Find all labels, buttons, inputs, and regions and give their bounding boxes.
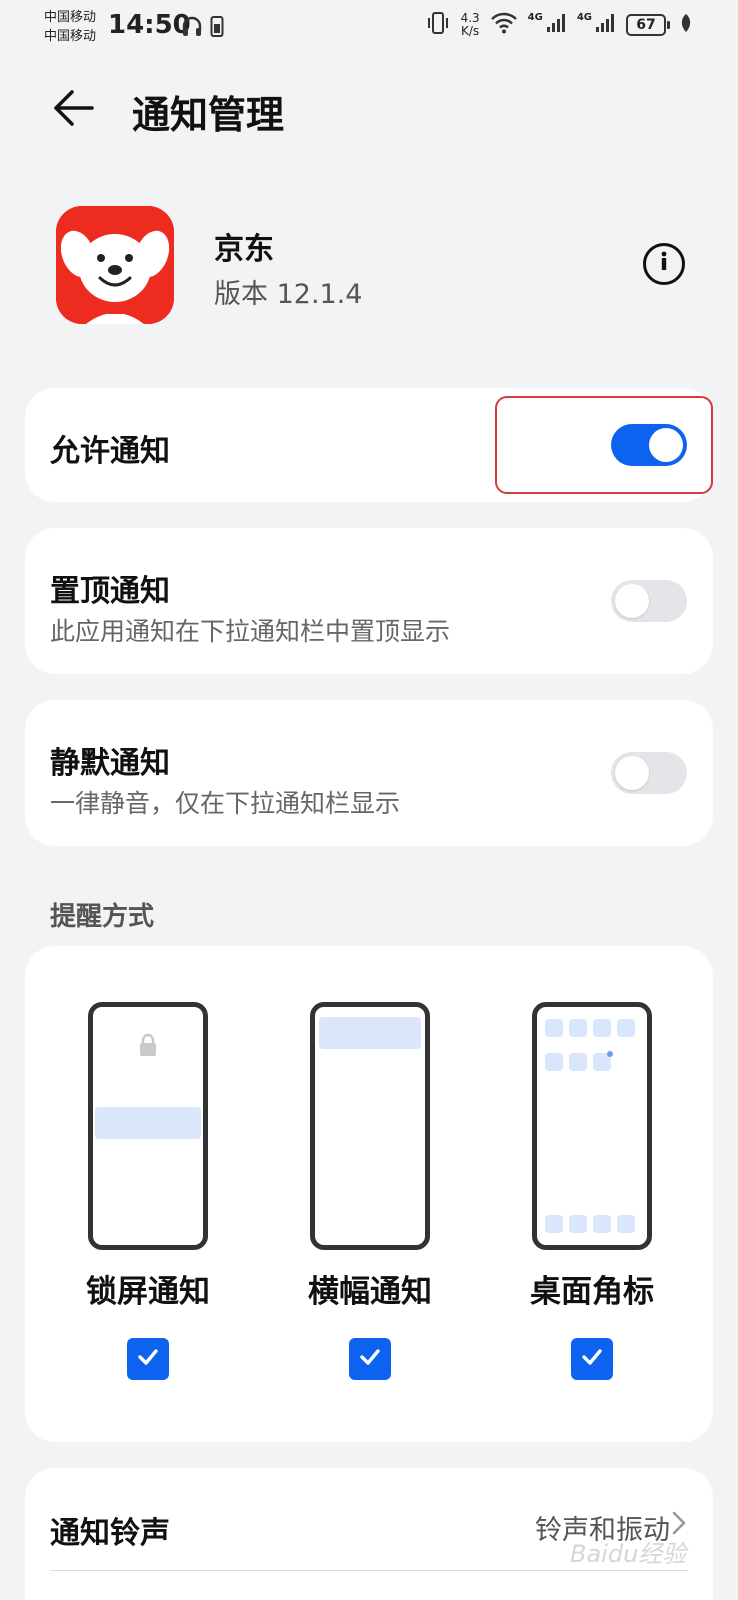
badge-label: 桌面角标 <box>530 1274 654 1310</box>
info-icon <box>649 246 679 282</box>
silent-notification-card: 静默通知 一律静音，仅在下拉通知栏显示 <box>25 700 713 846</box>
network-type-1: 4G <box>527 11 543 23</box>
watermark: Baidu经验 <box>570 1540 687 1568</box>
banner-notification-bar <box>319 1017 421 1049</box>
pinned-notification-toggle[interactable] <box>611 580 687 622</box>
vibrate-icon <box>425 10 451 40</box>
silent-notification-toggle[interactable] <box>611 752 687 794</box>
network-speed: 4.3 K/s <box>461 12 480 38</box>
checkmark-icon <box>357 1344 383 1374</box>
lockscreen-label: 锁屏通知 <box>86 1274 210 1310</box>
carrier-2: 中国移动 <box>44 29 97 44</box>
dock-tile <box>569 1215 587 1233</box>
page-title: 通知管理 <box>132 93 285 137</box>
silent-notification-description: 一律静音，仅在下拉通知栏显示 <box>50 789 401 818</box>
lockscreen-checkbox[interactable] <box>127 1338 169 1380</box>
chevron-right-icon <box>666 1510 692 1536</box>
app-tile <box>569 1019 587 1037</box>
signal-icon <box>545 12 567 38</box>
status-bar: 中国移动 中国移动 14:50 4.3 K/s 4G 4G 67 <box>0 0 738 52</box>
app-tile <box>617 1019 635 1037</box>
badge-dot <box>607 1051 613 1057</box>
app-header: 京东 版本 12.1.4 <box>0 200 738 330</box>
pinned-notification-label: 置顶通知 <box>50 574 170 609</box>
title-bar: 通知管理 <box>0 72 738 148</box>
allow-notification-label: 允许通知 <box>50 434 170 469</box>
battery-indicator: 67 <box>626 14 670 36</box>
headphones-icon <box>180 14 204 42</box>
back-arrow-icon <box>52 90 96 134</box>
status-time: 14:50 <box>108 10 191 40</box>
speed-unit: K/s <box>461 24 480 38</box>
app-icon <box>56 206 174 324</box>
banner-preview <box>310 1002 430 1250</box>
jd-dog-logo-icon <box>56 206 174 324</box>
lockscreen-preview <box>88 1002 208 1250</box>
leaf-icon <box>680 13 692 37</box>
toggle-knob <box>615 756 649 790</box>
dock-tile <box>545 1215 563 1233</box>
signal-icon <box>594 12 616 38</box>
highlight-box <box>495 396 713 494</box>
badge-checkbox[interactable] <box>571 1338 613 1380</box>
silent-notification-label: 静默通知 <box>50 746 170 781</box>
carrier-info: 中国移动 中国移动 <box>44 8 96 46</box>
ringtone-label: 通知铃声 <box>50 1516 170 1551</box>
version-number: 12.1.4 <box>276 279 363 310</box>
app-version: 版本 12.1.4 <box>214 272 362 311</box>
banner-label: 横幅通知 <box>308 1274 432 1310</box>
divider <box>50 1570 688 1571</box>
back-button[interactable] <box>52 86 96 130</box>
phone-battery-icon <box>210 14 224 42</box>
app-tile <box>545 1053 563 1071</box>
pinned-notification-card: 置顶通知 此应用通知在下拉通知栏中置顶显示 <box>25 528 713 674</box>
app-name: 京东 <box>214 232 274 267</box>
dock-tile <box>617 1215 635 1233</box>
checkmark-icon <box>579 1344 605 1374</box>
lockscreen-notification-bar <box>95 1107 201 1139</box>
checkmark-icon <box>135 1344 161 1374</box>
badge-preview <box>532 1002 652 1250</box>
network-type-2: 4G <box>576 11 592 23</box>
reminder-section-label: 提醒方式 <box>50 902 155 932</box>
app-tile <box>593 1019 611 1037</box>
toggle-knob <box>615 584 649 618</box>
wifi-icon <box>490 11 518 39</box>
version-label: 版本 <box>214 279 268 310</box>
dock-tile <box>593 1215 611 1233</box>
banner-checkbox[interactable] <box>349 1338 391 1380</box>
pinned-notification-description: 此应用通知在下拉通知栏中置顶显示 <box>50 617 451 646</box>
app-info-button[interactable] <box>643 243 685 285</box>
app-tile <box>569 1053 587 1071</box>
app-tile <box>545 1019 563 1037</box>
carrier-1: 中国移动 <box>44 10 97 25</box>
lock-icon <box>138 1033 158 1061</box>
